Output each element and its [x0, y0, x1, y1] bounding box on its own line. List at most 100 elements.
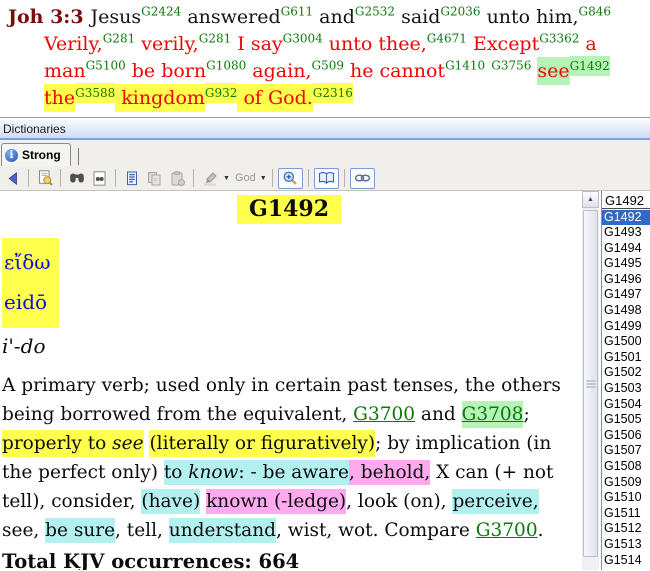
text-segment: Except [466, 33, 540, 55]
strongs-number[interactable]: G3004 [283, 32, 323, 46]
copy-icon: F [148, 171, 161, 185]
strongs-list-item[interactable]: G1499 [602, 319, 650, 335]
bible-verse-pane: Joh 3:3 JesusG2424 answeredG611 andG2532 … [0, 0, 650, 117]
strongs-number[interactable]: G2424 [141, 5, 181, 19]
strongs-list-item[interactable]: G1509 [602, 475, 650, 491]
strongs-number[interactable]: G509 [311, 59, 344, 73]
strongs-number[interactable]: G1410 [445, 59, 485, 73]
back-button[interactable] [2, 168, 23, 189]
text-segment: answered [181, 6, 281, 28]
strongs-number[interactable]: G281 [199, 32, 232, 46]
strongs-list-item[interactable]: G1497 [602, 287, 650, 303]
strongs-number[interactable]: G1080 [206, 59, 246, 73]
dictionary-tab-row: i Strong [0, 140, 650, 166]
strongs-number[interactable]: G846 [579, 5, 612, 19]
text-segment: and [313, 6, 355, 28]
verse-line: Joh 3:3 JesusG2424 answeredG611 andG2532 … [8, 4, 650, 31]
strongs-number[interactable]: G2532 [355, 5, 395, 19]
copy-button[interactable]: F [144, 168, 165, 189]
dictionaries-pane-caption: Dictionaries [0, 117, 650, 140]
tab-strong[interactable]: i Strong [1, 143, 71, 166]
verse-reference: Joh 3:3 [8, 6, 84, 28]
strongs-list-item[interactable]: G1512 [602, 521, 650, 537]
strongs-number[interactable]: G3756 [491, 59, 531, 73]
strongs-number[interactable]: G3588 [75, 82, 116, 103]
text-segment: known (-ledge) [206, 489, 347, 514]
strongs-link-G3708[interactable]: G3708 [461, 401, 524, 428]
strongs-link-G3700[interactable]: G3700 [353, 404, 415, 425]
greek-word: εἴδω [4, 250, 51, 274]
toolbar-separator [28, 169, 29, 187]
lemma-block: εἴδω eidō [2, 238, 59, 328]
strongs-number[interactable]: G4671 [427, 32, 467, 46]
strongs-number[interactable]: G281 [103, 32, 136, 46]
strongs-list-item[interactable]: G1507 [602, 443, 650, 459]
strongs-list-item[interactable]: G1505 [602, 412, 650, 428]
text-segment: and [415, 404, 462, 425]
scroll-thumb-grip [586, 380, 595, 387]
strongs-number[interactable]: G2316 [312, 82, 353, 103]
text-segment: unto him, [480, 6, 579, 28]
strongs-lookup-input[interactable] [602, 191, 650, 209]
page-magnifier-icon [38, 170, 53, 186]
compare-button[interactable] [313, 167, 339, 189]
text-segment: man [44, 60, 86, 82]
strongs-list-item[interactable]: G1510 [602, 490, 650, 506]
strongs-list-item[interactable]: G1494 [602, 241, 650, 257]
text-segment: of God. [237, 84, 313, 112]
text-segment: be sure [45, 518, 116, 543]
strongs-list-item[interactable]: G1506 [602, 428, 650, 444]
strongs-number[interactable]: G2036 [440, 5, 480, 19]
scroll-up-button[interactable]: ▲ [582, 191, 599, 208]
strongs-list-item[interactable]: G1495 [602, 256, 650, 272]
paste-button[interactable] [167, 168, 188, 189]
scroll-thumb[interactable] [583, 210, 598, 557]
strongs-list-item[interactable]: G1514 [602, 553, 650, 569]
text-segment: properly to [2, 430, 113, 457]
strongs-list-item[interactable]: G1493 [602, 225, 650, 241]
strongs-list-item[interactable]: G1508 [602, 459, 650, 475]
highlighter-dropdown-arrow[interactable]: ▼ [223, 175, 230, 182]
text-segment: see, [2, 520, 46, 541]
verse-line: theG3588 kingdomG932 of God.G2316 [44, 82, 650, 112]
tooltip-link-button[interactable] [349, 167, 375, 189]
strongs-link-G3700[interactable]: G3700 [476, 520, 538, 541]
verse-line: manG5100 be bornG1080 again,G509 he cann… [44, 55, 650, 85]
strongs-number[interactable]: G5100 [86, 59, 126, 73]
zoom-button[interactable] [277, 167, 303, 189]
strongs-list-item[interactable]: G1513 [602, 537, 650, 553]
strongs-list-item[interactable]: G1502 [602, 365, 650, 381]
pronunciation: i'-do [2, 334, 46, 358]
text-segment: he cannot [343, 60, 446, 82]
strongs-list-item[interactable]: G1496 [602, 272, 650, 288]
strongs-number[interactable]: G611 [281, 5, 314, 19]
text-segment: again, [246, 60, 312, 82]
lookup-button[interactable] [34, 168, 55, 189]
strongs-number[interactable]: G932 [204, 82, 238, 103]
transliteration: eidō [4, 290, 48, 314]
strongs-list-item[interactable]: G1498 [602, 303, 650, 319]
strongs-list-item[interactable]: G1500 [602, 334, 650, 350]
strongs-list-item[interactable]: G1504 [602, 397, 650, 413]
text-segment: (literally or figuratively) [149, 430, 376, 457]
strongs-number-panel: G1492G1493G1494G1495G1496G1497G1498G1499… [601, 191, 650, 570]
text-segment: the [44, 84, 76, 112]
info-icon: i [5, 148, 18, 162]
toolbar-separator [60, 169, 61, 187]
highlight-word-dropdown-arrow[interactable]: ▼ [260, 175, 267, 182]
highlighter-button[interactable] [199, 168, 220, 189]
strongs-number[interactable]: G3362 [539, 32, 579, 46]
esword-dictionary-window: Joh 3:3 JesusG2424 answeredG611 andG2532 … [0, 0, 650, 570]
page-search-icon [93, 170, 106, 186]
strongs-number[interactable]: G1492 [569, 55, 610, 76]
strongs-list-item[interactable]: G1511 [602, 506, 650, 522]
strongs-list-item[interactable]: G1501 [602, 350, 650, 366]
strongs-list-item[interactable]: G1503 [602, 381, 650, 397]
search-entries-button[interactable] [89, 168, 110, 189]
strongs-list-item[interactable]: G1492 [602, 209, 650, 226]
vertical-scrollbar[interactable]: ▲ [582, 191, 599, 570]
text-segment: see [537, 57, 570, 85]
dictionary-entry: G1492 εἴδω eidō i'-do A primary verb; us… [0, 191, 582, 570]
entry-list-button[interactable] [121, 168, 142, 189]
find-button[interactable] [66, 168, 87, 189]
